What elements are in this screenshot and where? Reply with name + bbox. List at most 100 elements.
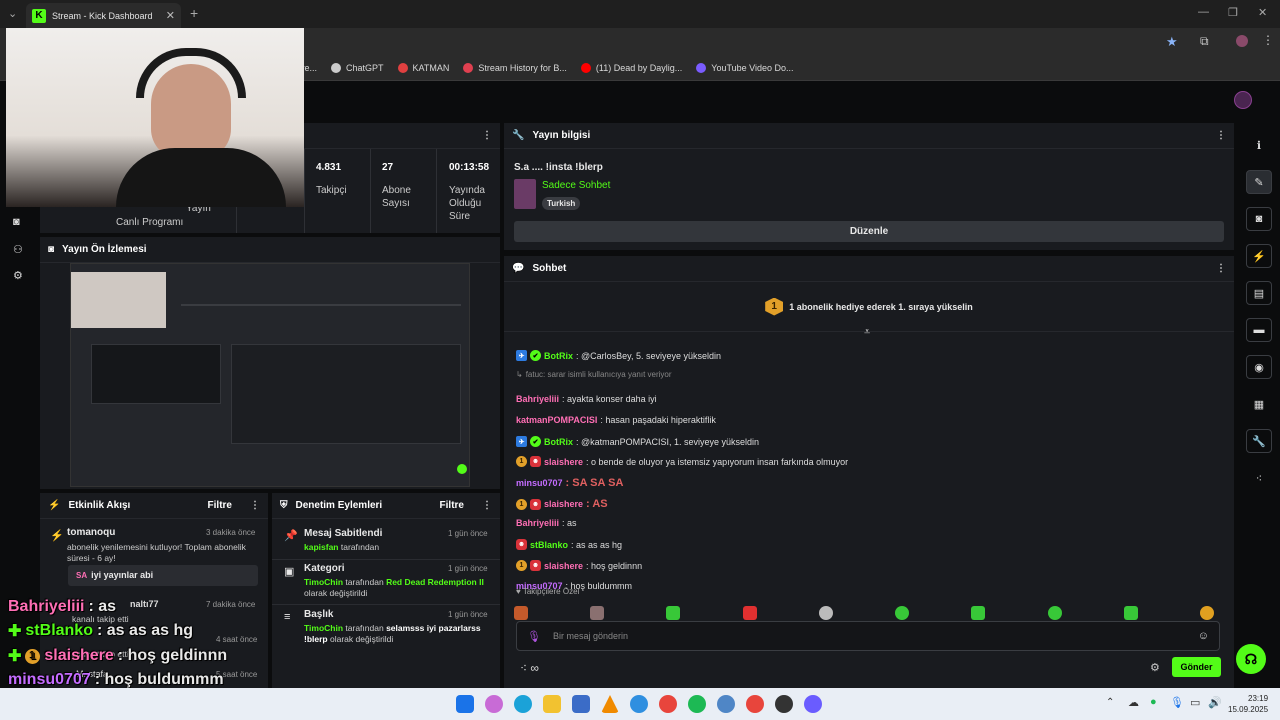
bookmark-youtube-dbd[interactable]: (11) Dead by Daylig...: [580, 63, 682, 73]
settings-app-icon[interactable]: [717, 695, 735, 713]
category-link[interactable]: Sadece Sohbet: [542, 180, 610, 191]
activity-filter-button[interactable]: Filtre: [208, 500, 232, 511]
chat-settings-icon[interactable]: ⚙: [1150, 661, 1160, 674]
bookmark-katman[interactable]: KATMAN: [397, 63, 449, 73]
chat-message: katmanPOMPACISI: hasan paşadaki hiperakt…: [516, 415, 716, 425]
tray-chevron-icon[interactable]: ⌃: [1106, 697, 1114, 708]
edit-button[interactable]: Düzenle: [514, 221, 1224, 242]
tools-icon[interactable]: 🔧: [1246, 429, 1272, 453]
gift-promo-banner[interactable]: 1 1 abonelik hediye ederek 1. sıraya yük…: [504, 282, 1234, 332]
bookmark-youtube-video[interactable]: YouTube Video Do...: [696, 63, 794, 73]
chat-toggle-icon[interactable]: ▬: [1246, 318, 1272, 342]
chat-username[interactable]: BotRix: [544, 437, 573, 447]
file-explorer-icon[interactable]: [543, 695, 561, 713]
stream-history-icon: [463, 63, 474, 73]
new-tab-button[interactable]: +: [190, 5, 198, 21]
chat-username[interactable]: Bahriyeliii: [516, 518, 559, 528]
send-button[interactable]: Gönder: [1172, 657, 1221, 677]
chat-username[interactable]: slaishere: [544, 499, 583, 509]
chat-username[interactable]: BotRix: [544, 351, 573, 361]
emote[interactable]: [971, 606, 986, 620]
preview-toggle-icon[interactable]: ◙: [1246, 207, 1272, 231]
close-window-icon[interactable]: ✕: [1258, 6, 1267, 19]
tray-app-icon[interactable]: ●: [1150, 696, 1157, 708]
tab-list-icon[interactable]: ⌄: [8, 7, 17, 20]
dots-icon[interactable]: ⁖ ∞: [520, 661, 539, 675]
user-avatar[interactable]: [1234, 91, 1252, 109]
support-headset-icon[interactable]: ☊: [1236, 644, 1266, 674]
activity-menu-icon[interactable]: ⋮: [250, 500, 260, 511]
chat-username[interactable]: minsu0707: [516, 478, 563, 488]
emote[interactable]: [1123, 606, 1138, 620]
moderation-toggle-icon[interactable]: ▦: [1246, 392, 1272, 416]
vlc-icon[interactable]: [601, 695, 619, 713]
volume-icon[interactable]: 🔊: [1208, 696, 1222, 709]
chat-text: : hoş geldinnn: [586, 560, 643, 571]
edge-icon[interactable]: [514, 695, 532, 713]
chat-input[interactable]: 🎙 Bir mesaj gönderin ☺: [516, 621, 1220, 651]
chat-username[interactable]: katmanPOMPACISI: [516, 415, 597, 425]
emote[interactable]: [895, 606, 910, 620]
cloud-icon[interactable]: ☁: [1128, 696, 1139, 709]
extensions-icon[interactable]: ⧉: [1200, 34, 1209, 49]
minimize-icon[interactable]: —: [1198, 6, 1209, 18]
chrome-icon[interactable]: [659, 695, 677, 713]
obs-icon[interactable]: [775, 695, 793, 713]
info-icon[interactable]: ℹ: [1246, 133, 1272, 157]
preview-nav-icon[interactable]: ◙: [13, 216, 20, 228]
system-clock[interactable]: 23:19 15.09.2025: [1228, 693, 1268, 715]
bookmark-stream-history[interactable]: Stream History for B...: [463, 63, 567, 73]
mod-detail: kapisfan tarafından: [304, 542, 380, 552]
scroll-down-icon[interactable]: ⩡: [864, 326, 870, 339]
store-icon[interactable]: [572, 695, 590, 713]
app-icon[interactable]: [630, 695, 648, 713]
chat-username[interactable]: slaishere: [544, 457, 583, 467]
maximize-icon[interactable]: ❐: [1228, 6, 1238, 19]
chat-text: : hasan paşadaki hiperaktiflik: [600, 415, 716, 425]
emote[interactable]: [1047, 606, 1062, 620]
chat-menu-icon[interactable]: ⋮: [1216, 263, 1226, 274]
notes-icon[interactable]: ▤: [1246, 281, 1272, 305]
microphone-icon[interactable]: 🎙: [527, 630, 541, 643]
chrome-icon[interactable]: [746, 695, 764, 713]
mod-time: 1 gün önce: [448, 529, 488, 538]
spotify-icon[interactable]: [688, 695, 706, 713]
sub-badge-icon: ☻: [516, 539, 527, 550]
apps-icon[interactable]: ⁖: [1246, 466, 1272, 490]
users-nav-icon[interactable]: ⚇: [13, 243, 23, 256]
chat-username[interactable]: slaishere: [544, 561, 583, 571]
settings-nav-icon[interactable]: ⚙: [13, 269, 23, 282]
profile-avatar[interactable]: [1236, 35, 1248, 47]
browser-menu-icon[interactable]: ⋮: [1262, 33, 1274, 47]
close-tab-icon[interactable]: ✕: [166, 9, 175, 22]
copilot-icon[interactable]: [485, 695, 503, 713]
microphone-tray-icon[interactable]: 🎙: [1170, 696, 1184, 709]
emote[interactable]: [666, 606, 681, 620]
bookmark-star-icon[interactable]: ★: [1166, 34, 1178, 50]
gift-icon: ⚡: [50, 530, 64, 542]
emote[interactable]: [1199, 606, 1214, 620]
discord-icon[interactable]: [804, 695, 822, 713]
network-icon[interactable]: ▭: [1190, 696, 1200, 709]
moderation-filter-button[interactable]: Filtre: [440, 500, 464, 511]
reply-text: fatuc: sarar isimli kullanıcıya yanıt ve…: [525, 370, 672, 379]
broadcast-icon[interactable]: ◉: [1246, 355, 1272, 379]
emote[interactable]: [590, 606, 605, 620]
emote[interactable]: [742, 606, 757, 620]
windows-start-icon[interactable]: [456, 695, 474, 713]
stats-menu-icon[interactable]: ⋮: [482, 130, 492, 141]
katman-icon: [397, 63, 408, 73]
chat-username[interactable]: Bahriyeliii: [516, 394, 559, 404]
emoji-icon[interactable]: ☺: [1198, 630, 1209, 642]
emote[interactable]: [514, 606, 528, 620]
emote[interactable]: [818, 606, 833, 620]
chat-username[interactable]: stBlanko: [530, 540, 568, 550]
stream-info-menu-icon[interactable]: ⋮: [1216, 130, 1226, 141]
activity-toggle-icon[interactable]: ⚡: [1246, 244, 1272, 268]
stream-preview-video[interactable]: [70, 263, 470, 487]
activity-user[interactable]: tomanoqu: [67, 527, 115, 538]
browser-tab[interactable]: K Stream - Kick Dashboard ✕: [26, 3, 181, 28]
edit-pencil-icon[interactable]: ✎: [1246, 170, 1272, 194]
moderation-menu-icon[interactable]: ⋮: [482, 500, 492, 511]
bookmark-chatgpt[interactable]: ChatGPT: [331, 63, 384, 73]
